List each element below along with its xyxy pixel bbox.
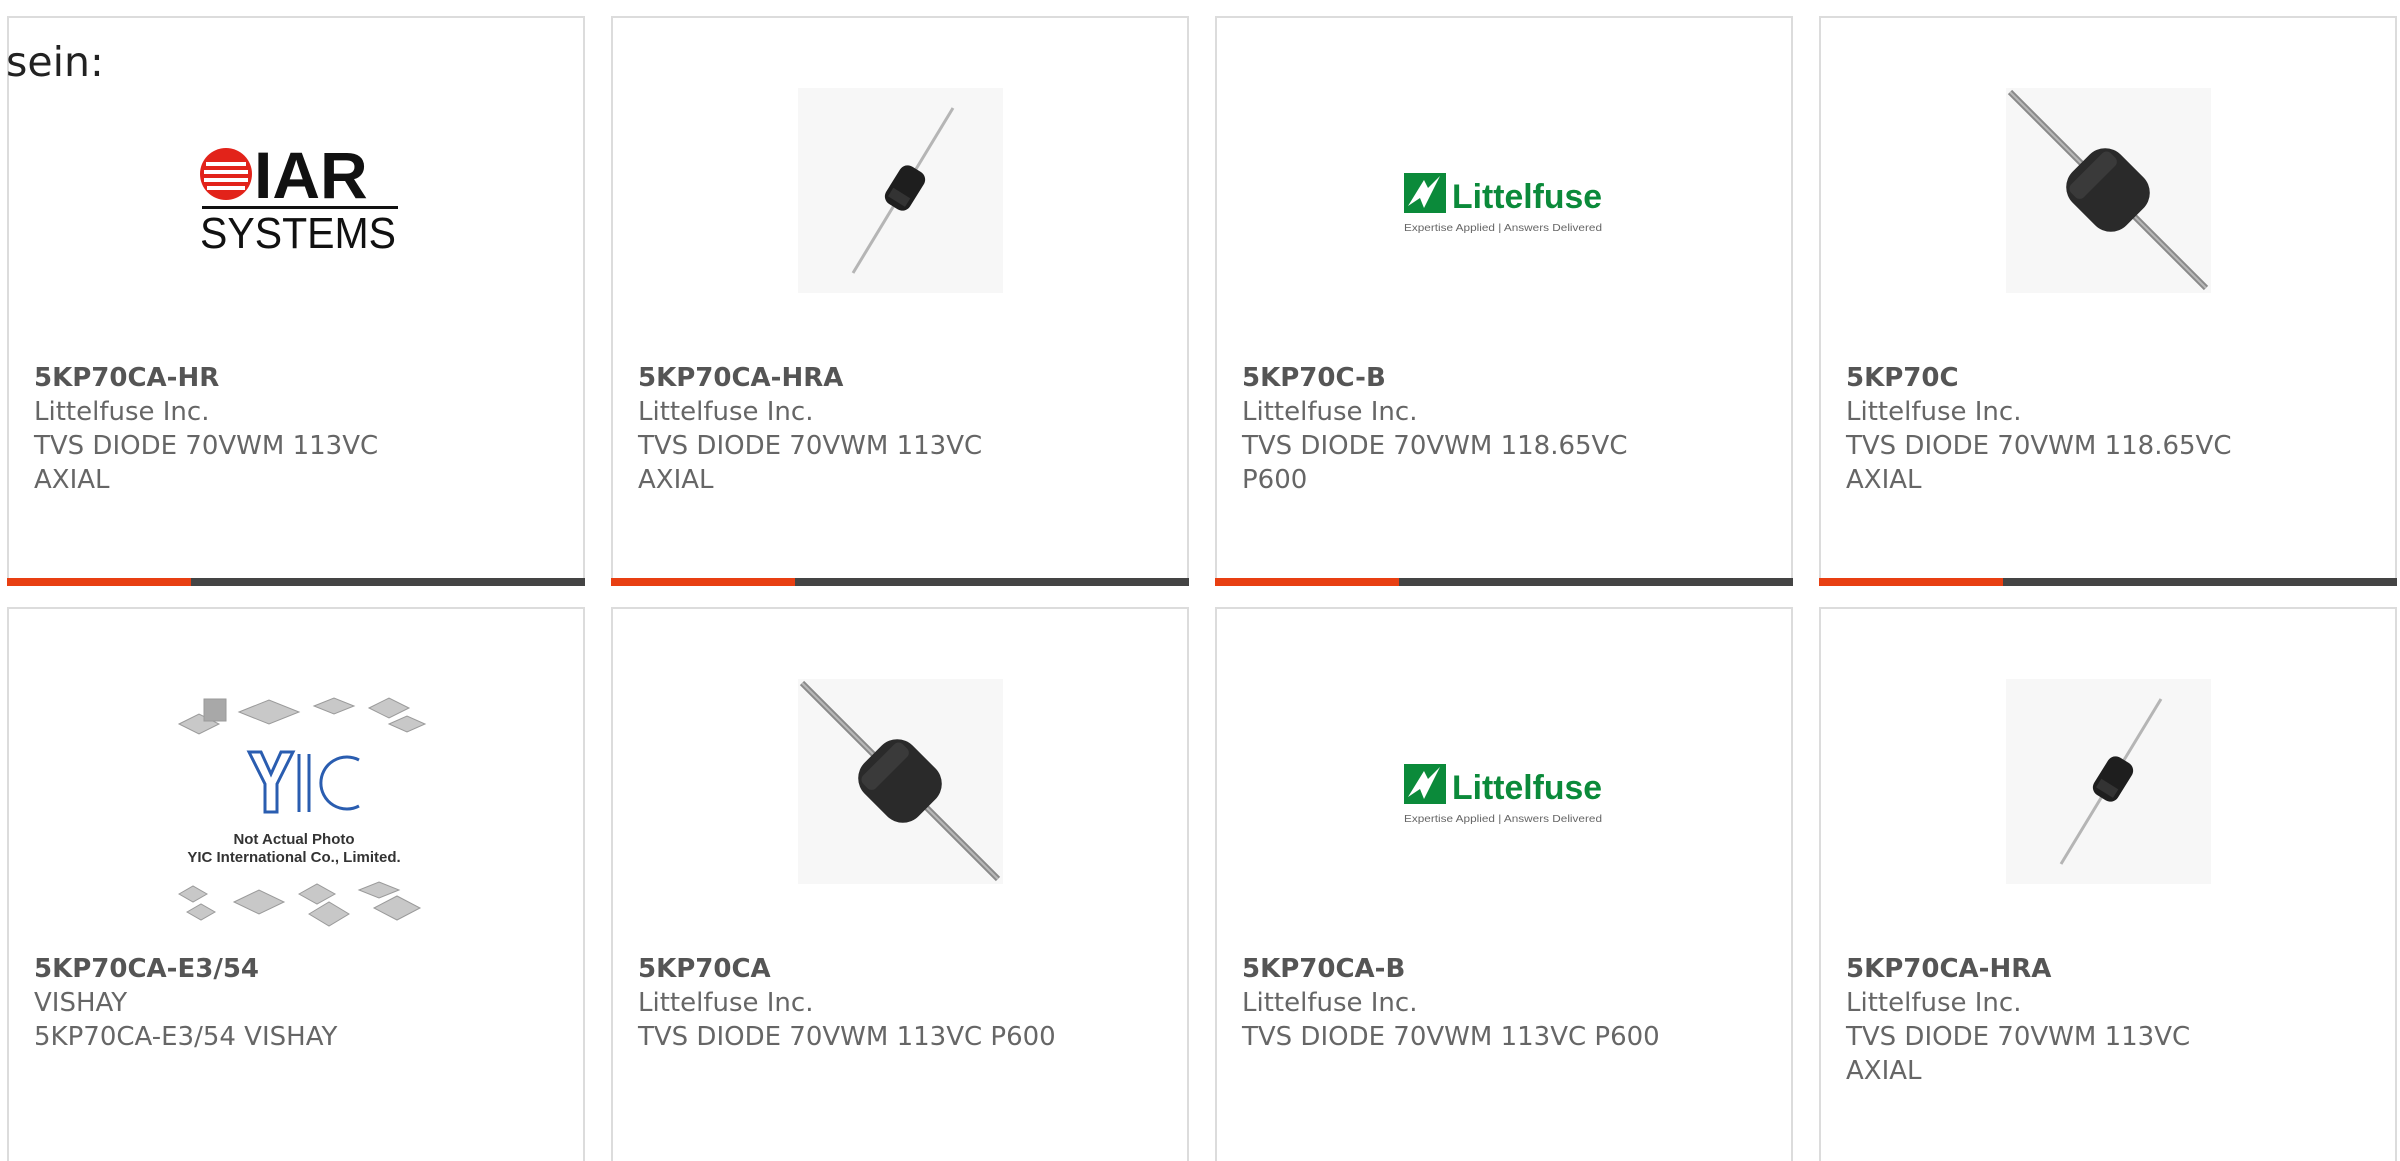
product-info: 5KP70CA-HR Littelfuse Inc. TVS DIODE 70V… [34,361,554,497]
description: TVS DIODE 70VWM 113VC P600 [1242,1022,1660,1052]
product-card[interactable]: 5KP70C Littelfuse Inc. TVS DIODE 70VWM 1… [1819,16,2397,586]
description: TVS DIODE 70VWM 113VC P600 [638,1022,1056,1052]
svg-text:Expertise Applied | Answers De: Expertise Applied | Answers Delivered [1404,814,1602,825]
part-number[interactable]: 5KP70CA-E3/54 [34,952,554,986]
product-info: 5KP70C-B Littelfuse Inc. TVS DIODE 70VWM… [1242,361,1762,497]
manufacturer: Littelfuse Inc. [1846,988,2022,1018]
manufacturer: VISHAY [34,988,128,1018]
large-axial-diode-photo-icon [2006,88,2211,293]
product-info: 5KP70CA-HRA Littelfuse Inc. TVS DIODE 70… [638,361,1158,497]
part-number[interactable]: 5KP70C-B [1242,361,1762,395]
svg-text:SYSTEMS: SYSTEMS [200,209,396,258]
description: TVS DIODE 70VWM 118.65VC P600 [1242,431,1628,495]
product-info: 5KP70C Littelfuse Inc. TVS DIODE 70VWM 1… [1846,361,2366,497]
description: TVS DIODE 70VWM 113VC AXIAL [638,431,983,495]
card-bottom-bar [7,578,585,586]
description: TVS DIODE 70VWM 113VC AXIAL [1846,1022,2191,1086]
part-number[interactable]: 5KP70CA-HR [34,361,554,395]
part-number[interactable]: 5KP70CA-HRA [1846,952,2366,986]
part-number[interactable]: 5KP70CA [638,952,1158,986]
product-card[interactable]: Littelfuse Expertise Applied | Answers D… [1215,16,1793,586]
manufacturer: Littelfuse Inc. [1846,397,2022,427]
intro-text: sein: [6,38,104,86]
svg-text:Littelfuse: Littelfuse [1452,769,1602,807]
iar-systems-logo-icon: IAR SYSTEMS [194,88,399,293]
product-info: 5KP70CA Littelfuse Inc. TVS DIODE 70VWM … [638,952,1158,1054]
product-card[interactable]: 5KP70CA-HRA Littelfuse Inc. TVS DIODE 70… [611,16,1189,586]
part-number[interactable]: 5KP70CA-B [1242,952,1762,986]
product-grid: sein: IAR SYSTEMS 5KP70CA-HR Littelfuse … [0,0,2400,1161]
small-axial-diode-photo-icon [798,88,1003,293]
littelfuse-logo-icon: Littelfuse Expertise Applied | Answers D… [1402,679,1607,884]
part-number[interactable]: 5KP70C [1846,361,2366,395]
yic-placeholder-photo-icon: Not Actual Photo YIC International Co., … [159,694,429,934]
manufacturer: Littelfuse Inc. [1242,397,1418,427]
part-number[interactable]: 5KP70CA-HRA [638,361,1158,395]
description: TVS DIODE 70VWM 118.65VC AXIAL [1846,431,2232,495]
svg-text:Not Actual Photo: Not Actual Photo [233,831,354,848]
card-bottom-bar [1819,578,2397,586]
product-info: 5KP70CA-E3/54 VISHAY 5KP70CA-E3/54 VISHA… [34,952,554,1054]
littelfuse-logo-icon: Littelfuse Expertise Applied | Answers D… [1402,88,1607,293]
svg-text:Expertise Applied | Answers De: Expertise Applied | Answers Delivered [1404,223,1602,234]
card-accent-bar [1819,578,2003,586]
description: 5KP70CA-E3/54 VISHAY [34,1022,338,1052]
product-info: 5KP70CA-HRA Littelfuse Inc. TVS DIODE 70… [1846,952,2366,1088]
product-card[interactable]: IAR SYSTEMS 5KP70CA-HR Littelfuse Inc. T… [7,16,585,586]
product-info: 5KP70CA-B Littelfuse Inc. TVS DIODE 70VW… [1242,952,1762,1054]
manufacturer: Littelfuse Inc. [638,397,814,427]
description: TVS DIODE 70VWM 113VC AXIAL [34,431,379,495]
card-accent-bar [7,578,191,586]
svg-text:IAR: IAR [254,138,368,212]
large-axial-diode-photo-icon [798,679,1003,884]
card-bottom-bar [611,578,1189,586]
manufacturer: Littelfuse Inc. [34,397,210,427]
product-card[interactable]: Not Actual Photo YIC International Co., … [7,607,585,1161]
card-accent-bar [611,578,795,586]
manufacturer: Littelfuse Inc. [1242,988,1418,1018]
svg-text:YIC International Co., Limited: YIC International Co., Limited. [187,849,400,866]
product-card[interactable]: 5KP70CA Littelfuse Inc. TVS DIODE 70VWM … [611,607,1189,1161]
manufacturer: Littelfuse Inc. [638,988,814,1018]
product-card[interactable]: 5KP70CA-HRA Littelfuse Inc. TVS DIODE 70… [1819,607,2397,1161]
card-accent-bar [1215,578,1399,586]
svg-text:Littelfuse: Littelfuse [1452,178,1602,216]
card-bottom-bar [1215,578,1793,586]
product-card[interactable]: Littelfuse Expertise Applied | Answers D… [1215,607,1793,1161]
small-axial-diode-photo-icon [2006,679,2211,884]
